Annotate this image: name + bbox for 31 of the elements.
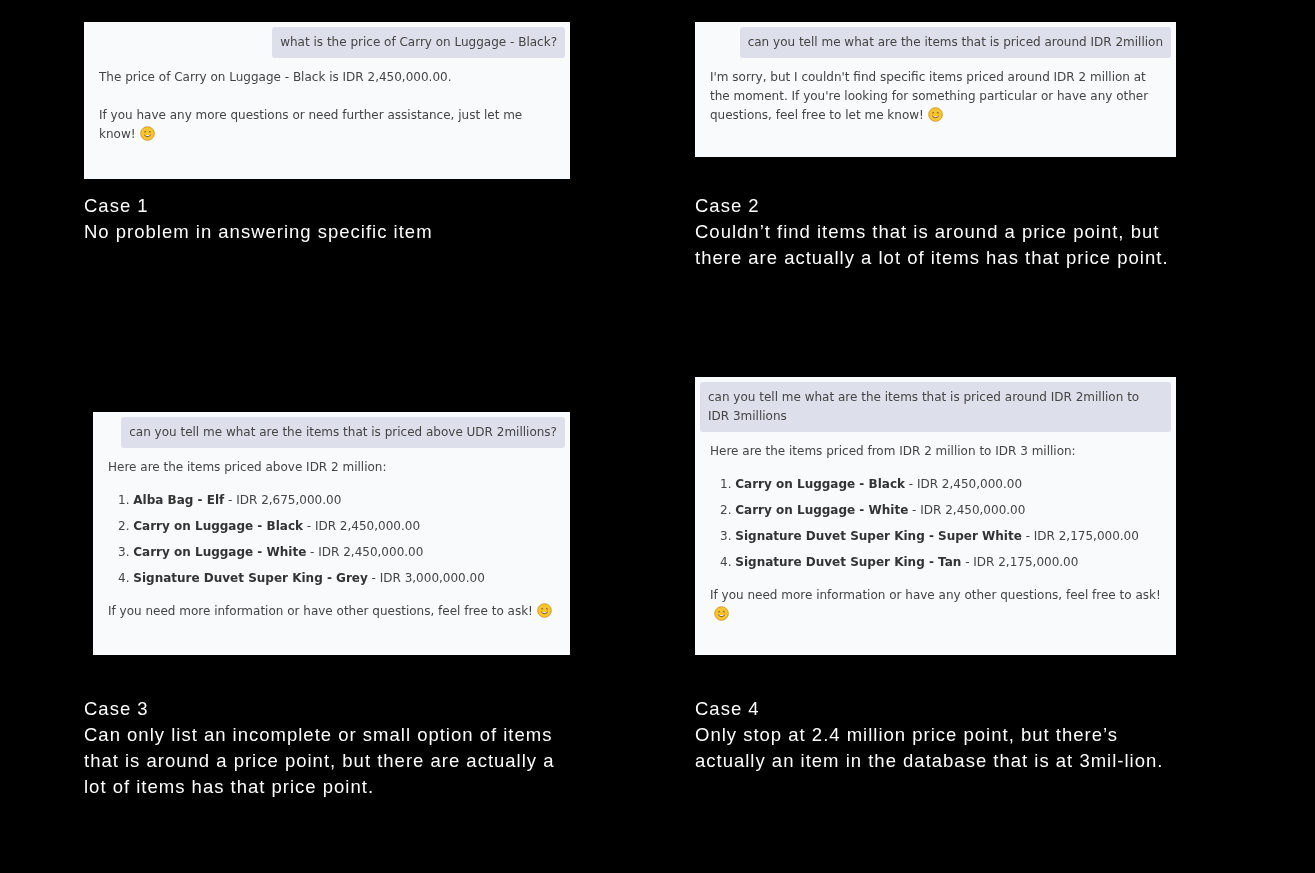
reply-text: Here are the items priced above IDR 2 million: xyxy=(108,459,388,476)
list-item: 4. Signature Duvet Super King - Grey - IDR 3,000,000.00 xyxy=(118,570,486,587)
case-description: Can only list an incomplete or small option of items that is around a price point, but there are actually a lot of items has that price point. xyxy=(84,723,556,799)
list-item: 2. Carry on Luggage - Black - IDR 2,450,000.00 xyxy=(118,518,421,535)
smiley-icon xyxy=(139,126,155,141)
list-item: 3. Signature Duvet Super King - Super White - IDR 2,175,000.00 xyxy=(720,528,1140,545)
list-item: 4. Signature Duvet Super King - Tan - IDR 2,175,000.00 xyxy=(720,554,1080,571)
reply-text: If you need more information or have other questions, feel free to ask! xyxy=(108,602,555,621)
case-label: Case 1 xyxy=(84,194,150,218)
reply-text: If you need more information or have any other questions, feel free to ask! xyxy=(710,586,1161,624)
list-item: 1. Carry on Luggage - Black - IDR 2,450,000.00 xyxy=(720,476,1023,493)
case-description: Only stop at 2.4 million price point, but there’s actually an item in the database that is at 3mil-lion. xyxy=(695,723,1165,773)
list-item: 3. Carry on Luggage - White - IDR 2,450,000.00 xyxy=(118,544,425,561)
reply-text: Here are the items priced from IDR 2 million to IDR 3 million: xyxy=(710,443,1077,460)
smiley-icon xyxy=(536,603,552,618)
user-message: what is the price of Carry on Luggage - Black? xyxy=(272,27,565,58)
reply-text: If you have any more questions or need further assistance, just let me know! xyxy=(99,107,524,143)
user-message: can you tell me what are the items that is priced above UDR 2millions? xyxy=(121,417,565,448)
case-label: Case 2 xyxy=(695,194,761,218)
smiley-icon xyxy=(714,606,729,621)
case-description: Couldn’t find items that is around a price point, but there are actually a lot of items has that price point. xyxy=(695,220,1170,270)
case-label: Case 4 xyxy=(695,697,761,721)
case-label: Case 3 xyxy=(84,697,150,721)
list-item: 1. Alba Bag - Elf - IDR 2,675,000.00 xyxy=(118,492,343,509)
case-description: No problem in answering specific item xyxy=(84,220,434,244)
user-message: can you tell me what are the items that is priced around IDR 2million to IDR 3millions xyxy=(700,382,1171,432)
smiley-icon xyxy=(927,107,943,122)
reply-text: The price of Carry on Luggage - Black is IDR 2,450,000.00. xyxy=(99,69,453,86)
reply-text: I'm sorry, but I couldn't find specific items priced around IDR 2 million at the moment. If you're looking for something particular or have any other questions, feel free to let me know! xyxy=(710,69,1150,124)
list-item: 2. Carry on Luggage - White - IDR 2,450,000.00 xyxy=(720,502,1027,519)
user-message: can you tell me what are the items that is priced around IDR 2million xyxy=(739,27,1171,58)
